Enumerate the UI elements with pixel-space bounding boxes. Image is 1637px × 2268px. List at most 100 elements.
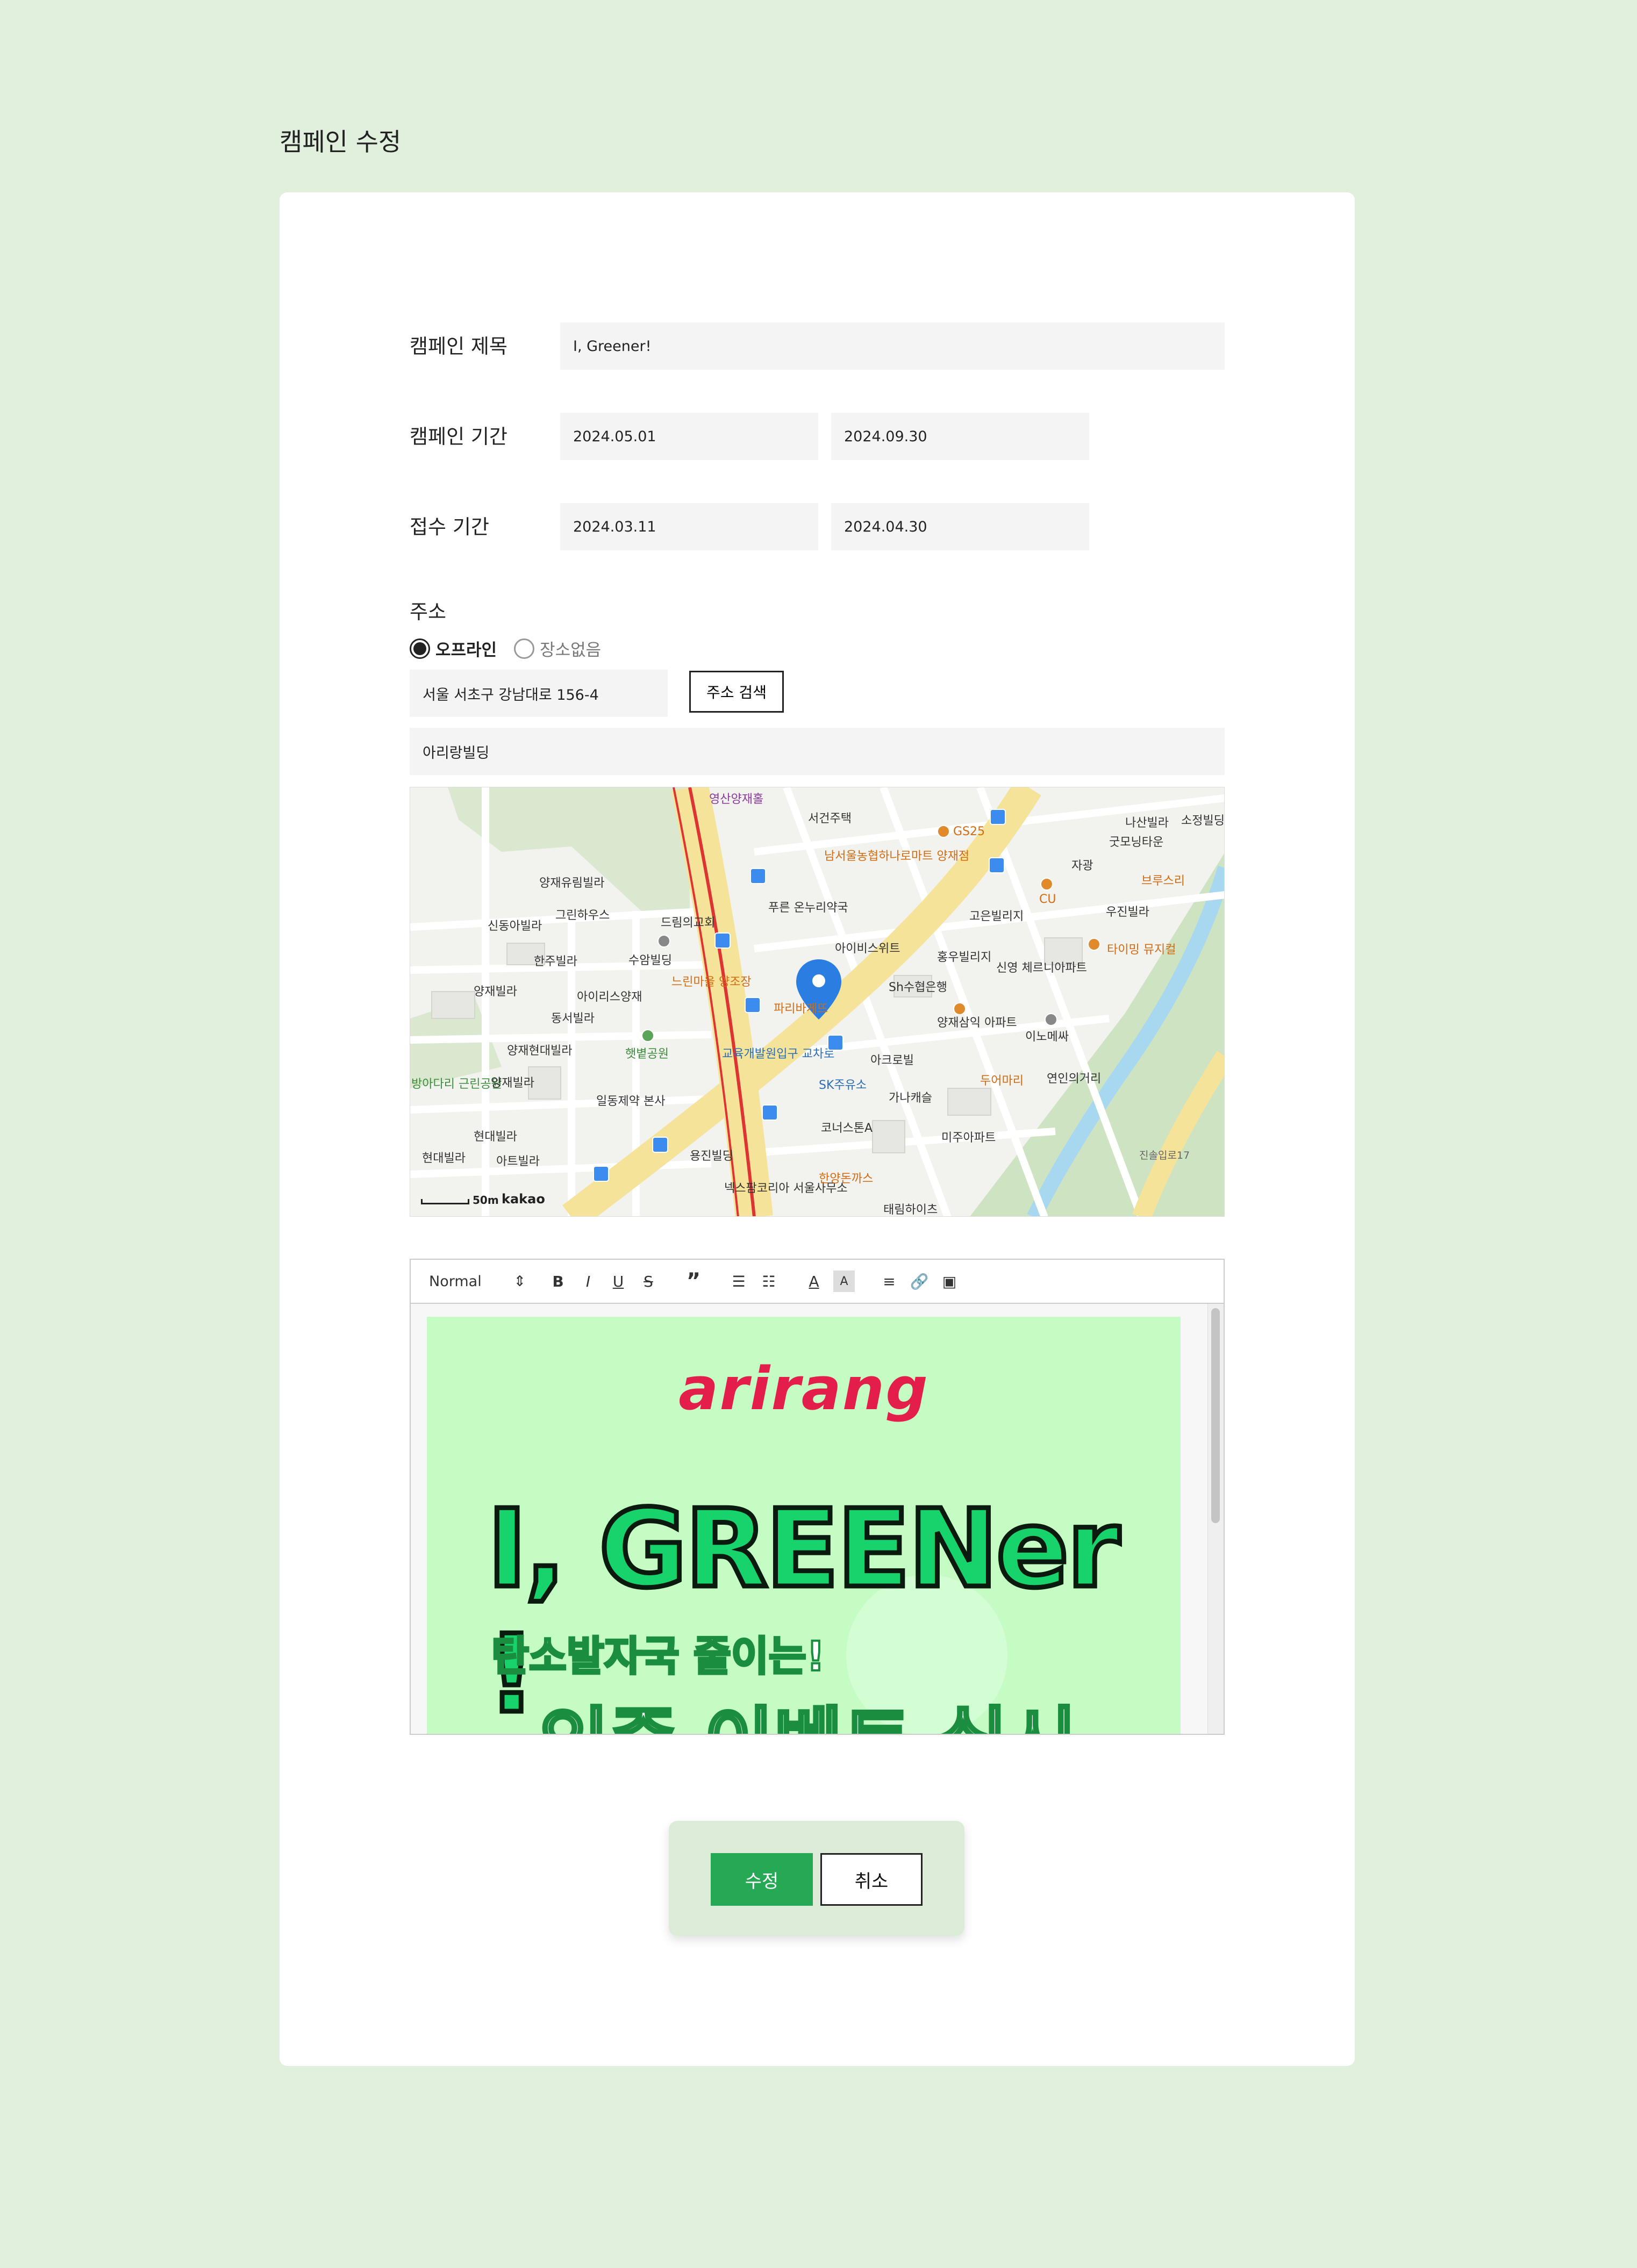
map-label: 코너스톤A [821, 1122, 873, 1135]
offline-radio-label[interactable]: 오프라인 [435, 636, 497, 661]
select-arrows-icon: ⇕ [513, 1273, 526, 1290]
map-label: 양재삼익 아파트 [937, 1016, 1017, 1030]
store-icon [1040, 878, 1053, 891]
map-label: SK주유소 [819, 1079, 867, 1092]
editor-scrollbar[interactable] [1207, 1304, 1224, 1734]
no-location-radio-label[interactable]: 장소없음 [540, 636, 601, 661]
map-label: 신영 체르니아파트 [996, 961, 1087, 975]
bus-stop-icon [652, 1137, 668, 1153]
map-label: 브루스리 [1141, 874, 1185, 888]
bus-stop-icon [827, 1035, 843, 1051]
strike-icon[interactable]: S [638, 1271, 659, 1292]
blockquote-icon[interactable]: ” [683, 1269, 704, 1294]
cancel-button[interactable]: 취소 [820, 1853, 923, 1906]
map-label: 양재빌라 [491, 1076, 534, 1090]
map-label: 방아다리 근린공원 [411, 1078, 502, 1091]
map-label: 양재현대빌라 [507, 1044, 573, 1058]
kakao-logo: kakao [502, 1192, 545, 1207]
map-label: 햇볕공원 [625, 1047, 669, 1061]
apply-start-input[interactable]: 2024.03.11 [560, 503, 818, 550]
map-label: 파리바게뜨 [774, 1002, 828, 1016]
format-select[interactable]: Normal ⇕ [429, 1273, 526, 1290]
map-label: 느린마을 양조장 [671, 975, 752, 989]
apply-end-input[interactable]: 2024.04.30 [831, 503, 1089, 550]
park-icon [641, 1029, 654, 1042]
align-icon[interactable]: ≡ [878, 1271, 900, 1292]
address-input[interactable]: 서울 서초구 강남대로 156-4 [410, 670, 668, 717]
map-label: 남서울농협하나로마트 양재점 [824, 850, 970, 863]
bus-stop-icon [750, 868, 766, 884]
arirang-logo: arirang [678, 1354, 929, 1423]
map-label: 아이비스위트 [835, 942, 900, 956]
map-label: 일동제약 본사 [596, 1095, 666, 1108]
no-location-radio[interactable] [514, 638, 535, 659]
background-color-icon[interactable]: A [833, 1271, 855, 1292]
period-start-input[interactable]: 2024.05.01 [560, 413, 818, 460]
address-label: 주소 [410, 600, 447, 623]
campaign-title-label: 캠페인 제목 [410, 335, 507, 358]
campaign-period-label: 캠페인 기간 [410, 425, 507, 448]
map-label: 양재빌라 [474, 985, 517, 999]
location-map[interactable]: 영산양재홀 서건주택 소정빌딩 나산빌라 굿모닝타운 GS25 남서울농협하나로… [410, 787, 1225, 1217]
text-color-icon[interactable]: A [803, 1271, 825, 1292]
building-icon [657, 935, 670, 948]
map-label: 소정빌딩 [1181, 814, 1225, 828]
map-label: 현대빌라 [474, 1130, 517, 1144]
bus-stop-icon [745, 997, 761, 1013]
page-title: 캠페인 수정 [280, 127, 402, 156]
campaign-title-input[interactable]: I, Greener! [560, 322, 1225, 370]
bus-stop-icon [990, 809, 1006, 825]
format-select-value: Normal [429, 1273, 482, 1290]
map-label: 이노메싸 [1025, 1030, 1069, 1044]
link-icon[interactable]: 🔗 [909, 1271, 930, 1292]
map-label: 연인의거리 [1047, 1072, 1102, 1086]
bus-stop-icon [714, 932, 731, 949]
map-label: 한주빌라 [534, 955, 577, 968]
edit-form-card: 캠페인 제목 I, Greener! 캠페인 기간 2024.05.01 202… [280, 192, 1355, 2066]
map-label: 나산빌라 [1125, 816, 1169, 830]
map-label: 동서빌라 [551, 1012, 595, 1025]
location-type-radio-group: 오프라인 장소없음 [410, 636, 601, 661]
address-search-button[interactable]: 주소 검색 [689, 671, 784, 713]
offline-radio[interactable] [410, 638, 430, 659]
map-label: 영산양재홀 [709, 793, 764, 806]
map-label: 용진빌딩 [690, 1150, 733, 1163]
map-label: 고은빌리지 [969, 910, 1024, 923]
save-button[interactable]: 수정 [711, 1853, 813, 1906]
map-label: 두어마리 [980, 1074, 1024, 1088]
map-label: 현대빌라 [422, 1152, 466, 1165]
building-icon [1045, 1013, 1057, 1026]
bold-icon[interactable]: B [547, 1271, 569, 1292]
map-label: 굿모닝타운 [1109, 836, 1164, 849]
map-label: Sh수협은행 [889, 981, 947, 994]
map-label: 교육개발원입구 교차로 [722, 1047, 835, 1061]
bullet-list-icon[interactable]: ☷ [758, 1271, 780, 1292]
image-icon[interactable]: ▣ [939, 1271, 960, 1292]
map-label: 타이밍 뮤지컬 [1107, 943, 1176, 957]
map-label: 아트빌라 [496, 1155, 540, 1168]
form-actions: 수정 취소 [669, 1821, 964, 1936]
ordered-list-icon[interactable]: ☰ [728, 1271, 749, 1292]
map-label: CU [1039, 893, 1056, 906]
map-label: 아크로빌 [870, 1054, 914, 1067]
underline-icon[interactable]: U [607, 1271, 629, 1292]
restaurant-icon [953, 1002, 966, 1015]
banner-subtitle: 탄소발자국 줄이는! [490, 1631, 826, 1681]
map-label: 그린하우스 [555, 909, 610, 922]
map-label: 푸른 온누리약국 [768, 901, 848, 915]
editor-scroll-thumb[interactable] [1211, 1308, 1220, 1523]
map-label: 우진빌라 [1106, 906, 1149, 919]
map-label: 진솔입로17 [1139, 1150, 1190, 1161]
address-detail-input[interactable]: 아리랑빌딩 [410, 728, 1225, 775]
editor-content[interactable]: arirang I, GREENer ! 탄소발자국 줄이는! 인증 이벤트 실… [411, 1304, 1224, 1734]
rich-text-editor[interactable]: Normal ⇕ B I U S ” ☰ ☷ A A ≡ 🔗 ▣ arirang… [410, 1259, 1225, 1735]
map-label: 자광 [1071, 859, 1093, 873]
period-end-input[interactable]: 2024.09.30 [831, 413, 1089, 460]
map-label: 홍우빌리지 [937, 951, 992, 964]
map-label: 서건주택 [808, 812, 852, 826]
campaign-banner-image: arirang I, GREENer ! 탄소발자국 줄이는! 인증 이벤트 실… [427, 1317, 1181, 1734]
map-label: 양재유림빌라 [539, 877, 605, 890]
italic-icon[interactable]: I [577, 1271, 599, 1292]
map-label: 미주아파트 [941, 1131, 996, 1145]
bus-stop-icon [593, 1166, 609, 1182]
